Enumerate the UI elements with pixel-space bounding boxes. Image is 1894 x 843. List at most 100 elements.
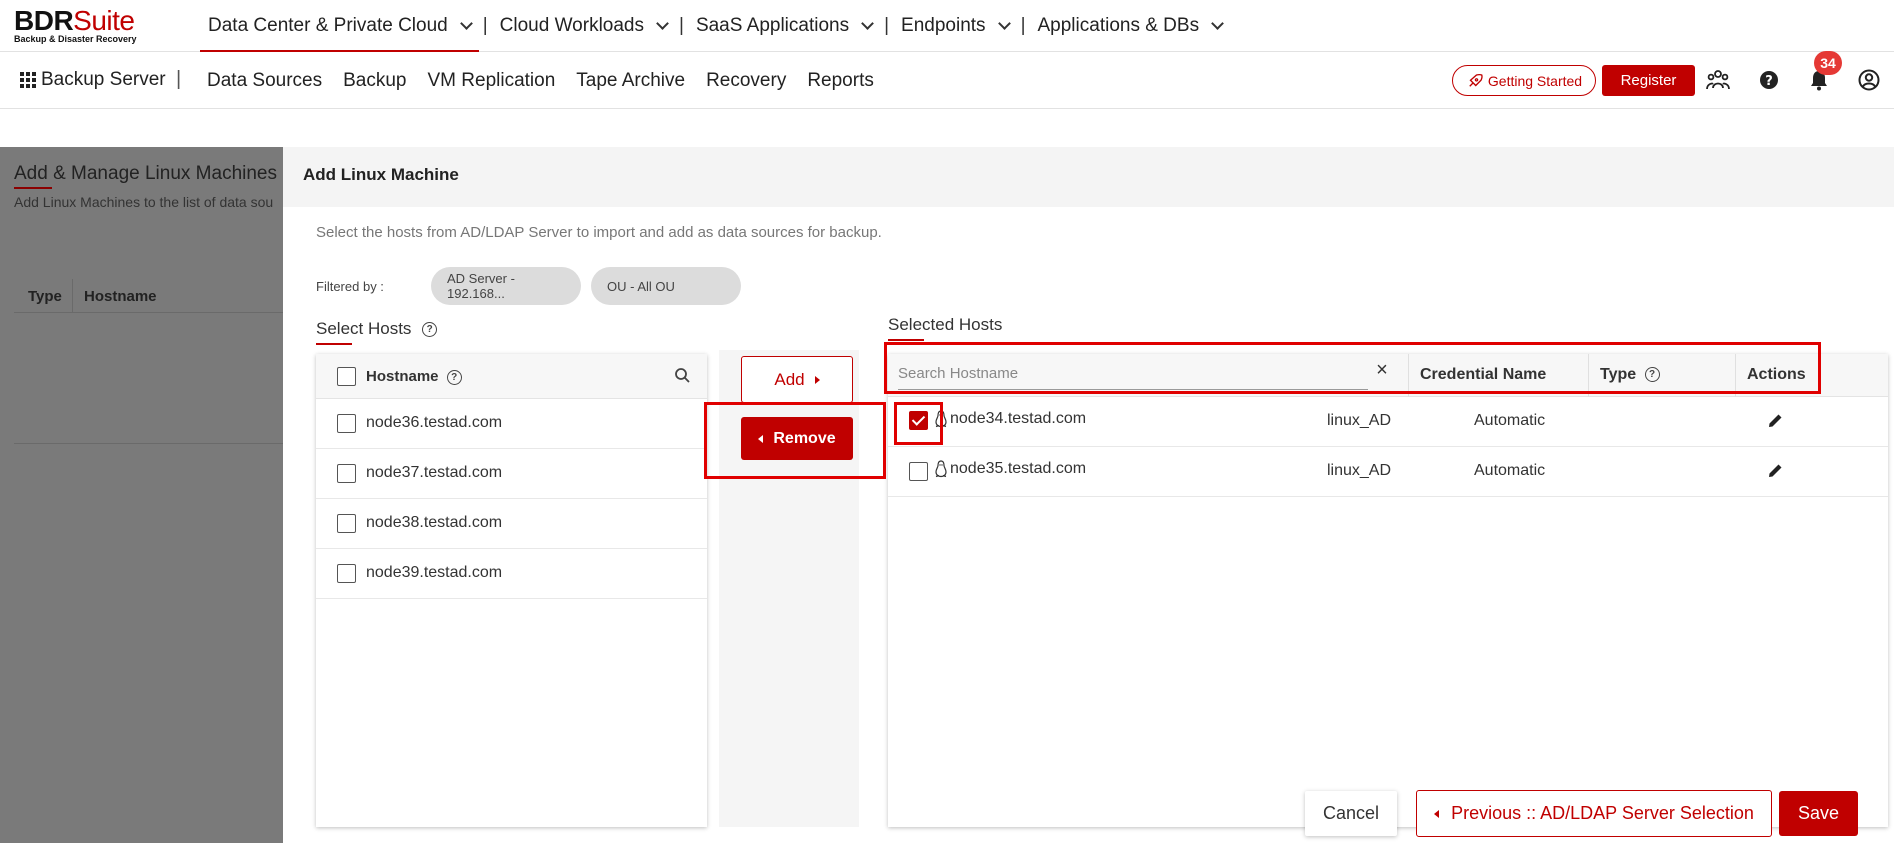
logo-light: Suite — [73, 5, 135, 36]
menu-cloud-workloads[interactable]: Cloud Workloads — [492, 0, 675, 52]
nav-data-sources[interactable]: Data Sources — [207, 70, 322, 92]
host-checkbox[interactable] — [337, 564, 356, 583]
filter-chip-ad-server[interactable]: AD Server - 192.168... — [431, 267, 581, 305]
help-icon[interactable]: ? — [1757, 68, 1781, 92]
search-hostname-field — [898, 354, 1368, 390]
credential-name: linux_AD — [1327, 462, 1392, 479]
host-name: node37.testad.com — [366, 464, 503, 481]
add-label: Add — [774, 369, 805, 389]
menu-separator: | — [1020, 15, 1026, 36]
close-icon[interactable]: × — [1371, 359, 1393, 381]
menu-label: Endpoints — [901, 15, 986, 36]
selected-hosts-panel: × Credential Name Type ? Actions node34.… — [888, 354, 1888, 827]
nav-vm-replication[interactable]: VM Replication — [428, 70, 556, 92]
svg-text:?: ? — [1765, 74, 1773, 89]
chevron-down-icon — [459, 16, 473, 30]
nav-backup[interactable]: Backup — [343, 70, 406, 92]
logo-bold: BDR — [14, 5, 74, 36]
remove-label: Remove — [773, 429, 836, 447]
users-icon[interactable] — [1706, 68, 1730, 92]
menu-applications-dbs[interactable]: Applications & DBs — [1030, 0, 1231, 52]
table-divider — [14, 443, 284, 444]
menu-label: Applications & DBs — [1037, 15, 1200, 36]
user-icon[interactable] — [1857, 68, 1881, 92]
edit-icon[interactable] — [1767, 462, 1784, 479]
host-checkbox[interactable] — [909, 462, 928, 481]
getting-started-label: Getting Started — [1487, 72, 1583, 89]
app-name[interactable]: Backup Server — [41, 69, 166, 91]
nav-reports[interactable]: Reports — [807, 70, 874, 92]
grid-icon[interactable] — [20, 72, 36, 88]
rocket-icon — [1469, 73, 1483, 87]
host-name: node34.testad.com — [950, 410, 1087, 427]
column-divider — [1735, 354, 1736, 397]
menu-label: SaaS Applications — [695, 15, 850, 36]
select-hosts-heading: Select Hosts ? — [316, 319, 438, 339]
save-button[interactable]: Save — [1779, 791, 1858, 836]
menu-endpoints[interactable]: Endpoints — [893, 0, 1017, 52]
list-item[interactable]: node36.testad.com — [316, 399, 707, 449]
table-row[interactable]: node34.testad.com linux_AD Automatic — [888, 397, 1888, 447]
search-input[interactable] — [898, 360, 1338, 386]
cancel-button[interactable]: Cancel — [1305, 791, 1397, 836]
list-item[interactable]: node37.testad.com — [316, 449, 707, 499]
caret-left-icon — [1434, 809, 1440, 818]
select-all-checkbox[interactable] — [337, 367, 356, 386]
chevron-down-icon — [656, 16, 669, 30]
top-navigation: BDRSuite Backup & Disaster Recovery Data… — [0, 0, 1894, 52]
select-hosts-label: Select Hosts — [316, 319, 412, 338]
select-hosts-underline — [316, 343, 352, 345]
selected-hosts-underline — [888, 339, 924, 341]
credential-column: Credential Name — [1420, 366, 1547, 383]
hostname-column-label: Hostname — [366, 368, 439, 385]
host-name: node39.testad.com — [366, 564, 503, 581]
previous-label: Previous :: AD/LDAP Server Selection — [1451, 803, 1754, 823]
actions-column: Actions — [1747, 366, 1806, 383]
product-menu: Data Center & Private Cloud | Cloud Work… — [200, 0, 1230, 52]
host-name: node36.testad.com — [366, 414, 503, 431]
credential-name: linux_AD — [1327, 412, 1392, 429]
host-type: Automatic — [1474, 462, 1546, 479]
modal-description: Select the hosts from AD/LDAP Server to … — [316, 224, 882, 241]
register-button[interactable]: Register — [1602, 65, 1695, 96]
nav-recovery[interactable]: Recovery — [706, 70, 786, 92]
search-icon[interactable] — [674, 367, 691, 384]
notification-badge: 34 — [1814, 51, 1842, 75]
logo-tagline: Backup & Disaster Recovery — [14, 34, 137, 44]
column-hostname: Hostname — [84, 288, 157, 305]
chevron-down-icon — [861, 16, 874, 30]
host-checkbox[interactable] — [337, 464, 356, 483]
host-checkbox[interactable] — [337, 414, 356, 433]
table-row[interactable]: node35.testad.com linux_AD Automatic — [888, 447, 1888, 497]
nav-tape-archive[interactable]: Tape Archive — [576, 70, 685, 92]
list-item[interactable]: node38.testad.com — [316, 499, 707, 549]
menu-separator: | — [884, 15, 890, 36]
column-type: Type — [28, 288, 62, 305]
chevron-down-icon — [997, 16, 1011, 30]
menu-saas-applications[interactable]: SaaS Applications — [688, 0, 880, 52]
host-type: Automatic — [1474, 412, 1546, 429]
help-icon[interactable]: ? — [422, 322, 438, 338]
column-divider — [72, 279, 73, 313]
filter-chip-ou[interactable]: OU - All OU — [591, 267, 741, 305]
sub-navigation: Backup Server | Data Sources Backup VM R… — [0, 52, 1894, 109]
menu-separator: | — [482, 15, 488, 36]
edit-icon[interactable] — [1767, 412, 1784, 429]
column-divider — [1588, 354, 1589, 397]
bdrsuite-logo[interactable]: BDRSuite Backup & Disaster Recovery — [14, 5, 137, 45]
previous-button[interactable]: Previous :: AD/LDAP Server Selection — [1416, 790, 1772, 837]
host-checkbox[interactable] — [909, 411, 928, 430]
getting-started-button[interactable]: Getting Started — [1452, 65, 1596, 96]
menu-data-center[interactable]: Data Center & Private Cloud — [200, 0, 479, 52]
page-subtitle: Add Linux Machines to the list of data s… — [14, 194, 274, 210]
remove-button[interactable]: Remove — [741, 417, 853, 460]
modal-header: Add Linux Machine — [283, 147, 1894, 207]
host-checkbox[interactable] — [337, 514, 356, 533]
menu-label: Cloud Workloads — [499, 15, 644, 36]
chevron-down-icon — [1211, 16, 1224, 30]
help-icon[interactable]: ? — [1644, 367, 1660, 383]
help-icon[interactable]: ? — [446, 369, 462, 385]
linux-icon — [935, 460, 947, 478]
list-item[interactable]: node39.testad.com — [316, 549, 707, 599]
add-button[interactable]: Add — [741, 356, 853, 403]
